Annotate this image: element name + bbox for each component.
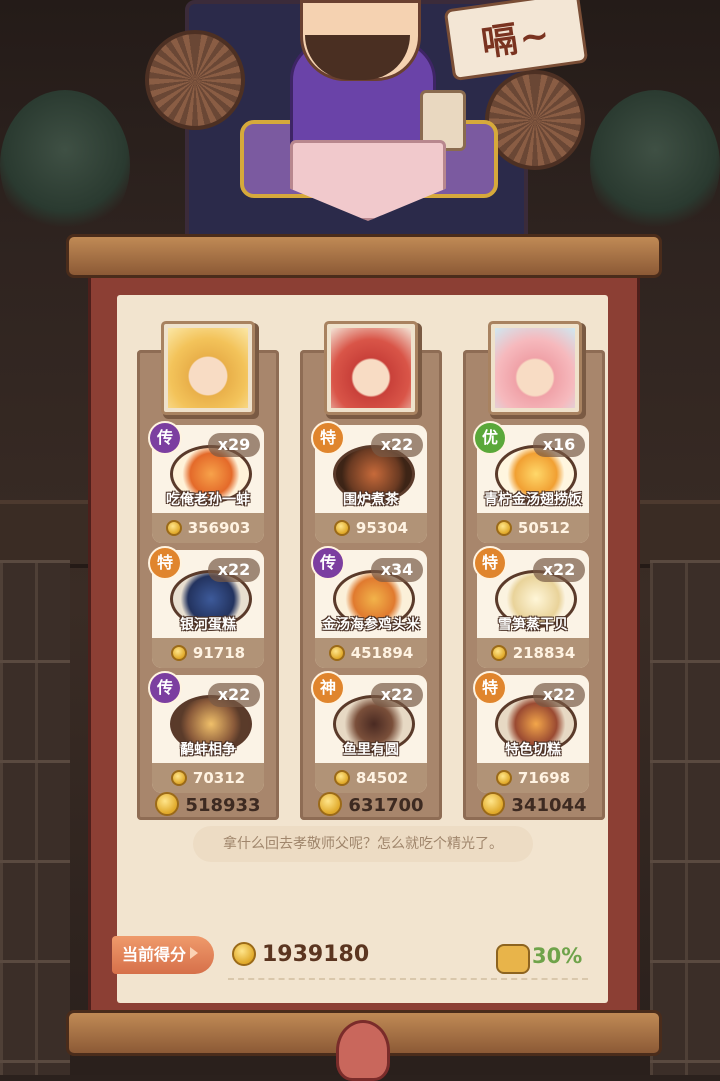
dish-card[interactable]: 神 x22 鱼里有圆 84502 [311, 671, 427, 793]
coin-icon [333, 520, 350, 536]
dish-name: 鱼里有圆 [343, 742, 399, 758]
coin-icon [170, 770, 187, 786]
score-divider [228, 978, 588, 980]
dish-value: 218834 [477, 644, 589, 662]
dish-value: 91718 [152, 644, 264, 662]
dish-count: x16 [533, 433, 585, 457]
scroll-rod-top [66, 234, 662, 278]
dish-card[interactable]: 传 x29 吃俺老孙一蚌 356903 [148, 421, 264, 543]
chef-face-icon [495, 328, 575, 408]
coin-icon [495, 520, 512, 536]
plant-right [590, 90, 720, 240]
rarity-badge: 特 [473, 546, 507, 580]
window-right [650, 560, 720, 1075]
column-total: 518933 [137, 792, 279, 816]
column-total: 341044 [463, 792, 605, 816]
rarity-badge: 特 [473, 671, 507, 705]
dish-value: 84502 [315, 769, 427, 787]
decorative-knot-icon [336, 1020, 390, 1081]
current-score-label: 当前得分 [112, 936, 214, 974]
dish-name: 围炉煮茶 [343, 492, 399, 508]
dish-value: 71698 [477, 769, 589, 787]
dish-count: x34 [371, 558, 423, 582]
speech-text: 嗝~ [478, 14, 555, 65]
coin-icon [495, 770, 512, 786]
dish-name: 青柠金汤翅捞饭 [484, 492, 582, 508]
dish-name: 特色切糕 [505, 742, 561, 758]
dish-value: 50512 [477, 519, 589, 537]
dish-name: 鹬蚌相争 [180, 742, 236, 758]
dish-card[interactable]: 传 x34 金汤海参鸡头米 451894 [311, 546, 427, 668]
dish-count: x29 [208, 433, 260, 457]
rarity-badge: 优 [473, 421, 507, 455]
dish-value: 356903 [152, 519, 264, 537]
rarity-badge: 传 [148, 671, 182, 705]
dish-value: 70312 [152, 769, 264, 787]
rarity-badge: 传 [148, 421, 182, 455]
coin-icon [165, 520, 182, 536]
bonus-percent: 30% [532, 944, 583, 968]
window-left [0, 560, 70, 1075]
chef-face-icon [331, 328, 411, 408]
dish-count: x22 [371, 433, 423, 457]
coin-icon [328, 645, 345, 661]
dish-value: 95304 [315, 519, 427, 537]
chef-portrait[interactable] [164, 324, 252, 412]
coin-icon [318, 792, 343, 816]
customer-quote: 拿什么回去孝敬师父呢？怎么就吃个精光了。 [193, 826, 533, 862]
fan-left-icon [145, 30, 245, 130]
dish-name: 金汤海参鸡头米 [322, 617, 420, 633]
dish-count: x22 [533, 558, 585, 582]
chef-portrait[interactable] [327, 324, 415, 412]
dish-card[interactable]: 传 x22 鹬蚌相争 70312 [148, 671, 264, 793]
chef-portrait[interactable] [491, 324, 579, 412]
dish-count: x22 [371, 683, 423, 707]
bonus-icon [496, 944, 530, 974]
dish-count: x22 [533, 683, 585, 707]
coin-icon [333, 770, 350, 786]
rarity-badge: 神 [311, 671, 345, 705]
dish-card[interactable]: 特 x22 特色切糕 71698 [473, 671, 589, 793]
fan-right-icon [485, 70, 585, 170]
dish-name: 银河蛋糕 [180, 617, 236, 633]
rarity-badge: 传 [311, 546, 345, 580]
rarity-badge: 特 [311, 421, 345, 455]
chef-face-icon [168, 328, 248, 408]
plant-left [0, 90, 130, 240]
dish-value: 451894 [315, 644, 427, 662]
coin-icon [232, 942, 256, 966]
dish-count: x22 [208, 558, 260, 582]
total-score: 1939180 [232, 942, 369, 967]
column-total: 631700 [300, 792, 442, 816]
dish-card[interactable]: 特 x22 银河蛋糕 91718 [148, 546, 264, 668]
dish-name: 吃俺老孙一蚌 [166, 492, 250, 508]
dish-card[interactable]: 优 x16 青柠金汤翅捞饭 50512 [473, 421, 589, 543]
coin-icon [170, 645, 187, 661]
dish-card[interactable]: 特 x22 围炉煮茶 95304 [311, 421, 427, 543]
coin-icon [490, 645, 507, 661]
dish-card[interactable]: 特 x22 雪笋蒸干贝 218834 [473, 546, 589, 668]
arrow-right-icon [190, 947, 199, 959]
rarity-badge: 特 [148, 546, 182, 580]
dish-name: 雪笋蒸干贝 [498, 617, 568, 633]
coin-icon [155, 792, 180, 816]
coin-icon [481, 792, 506, 816]
dish-count: x22 [208, 683, 260, 707]
